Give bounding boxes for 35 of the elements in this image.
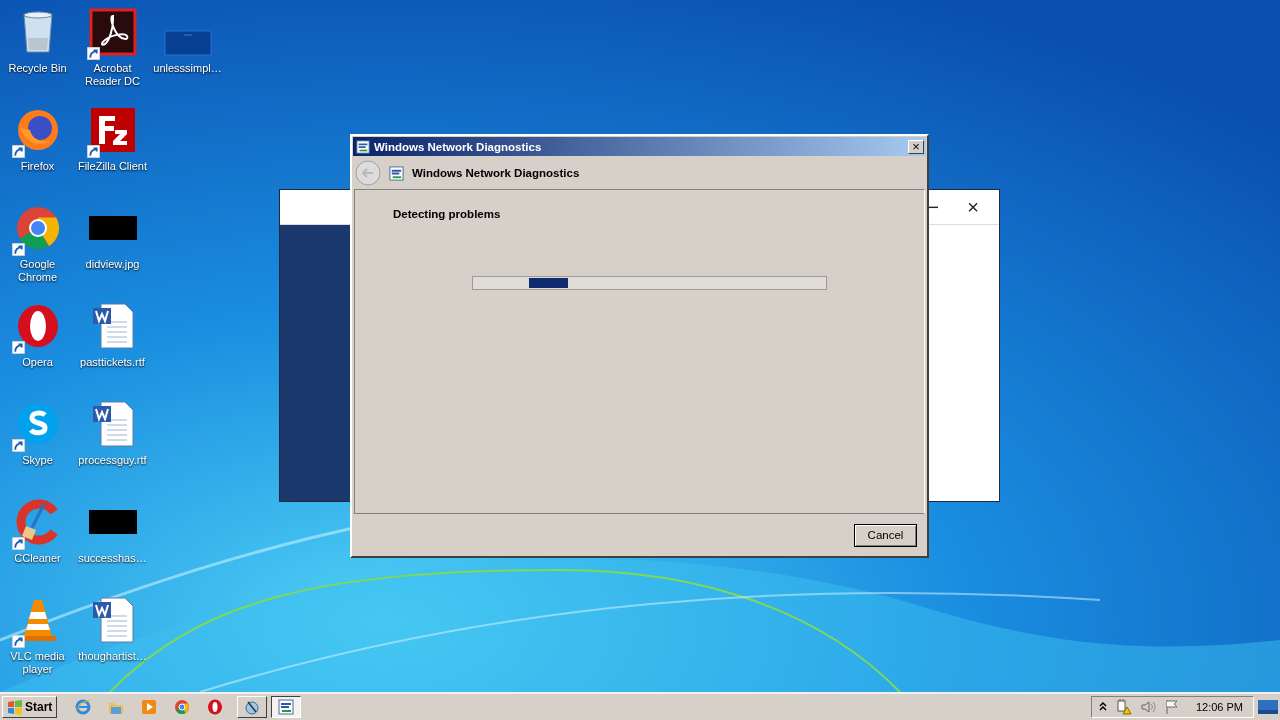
desktop-icon-label[interactable]: processguy.rtf — [76, 454, 149, 467]
start-button[interactable]: Start — [2, 696, 58, 718]
wizard-heading: Windows Network Diagnostics — [412, 167, 580, 179]
clock[interactable]: 12:06 PM — [1195, 701, 1243, 713]
windows-logo-icon — [7, 699, 23, 715]
network-diagnostics-icon — [356, 139, 370, 154]
network-warning-icon[interactable] — [1115, 699, 1132, 715]
flag-icon[interactable] — [1163, 699, 1180, 715]
desktop-icon-label[interactable]: Acrobat Reader DC — [76, 62, 149, 88]
desktop-icon-label[interactable]: FileZilla Client — [76, 160, 149, 173]
desktop-icon-label[interactable]: pasttickets.rtf — [76, 356, 149, 369]
desktop-icon-label[interactable]: CCleaner — [1, 552, 74, 565]
status-text: Detecting problems — [393, 208, 502, 220]
close-button[interactable]: × — [961, 195, 985, 219]
network-diagnostics-icon — [389, 165, 404, 181]
diagnostics-icon — [244, 699, 261, 715]
network-diagnostics-icon — [278, 699, 295, 715]
desktop-icon-label[interactable]: Google Chrome — [1, 258, 74, 284]
desktop-icon-label[interactable]: Skype — [1, 454, 74, 467]
window-title: Windows Network Diagnostics — [374, 140, 543, 153]
filezilla-icon — [88, 106, 137, 154]
blank-thumbnail-icon — [163, 30, 212, 56]
desktop-icon-label[interactable]: didview.jpg — [76, 258, 149, 271]
desktop-icon-label[interactable]: successhas… — [76, 552, 149, 565]
desktop-icon-label[interactable]: Firefox — [1, 160, 74, 173]
cancel-button[interactable]: Cancel — [854, 523, 917, 547]
opera-icon[interactable] — [207, 699, 224, 715]
desktop-icon-label[interactable]: Opera — [1, 356, 74, 369]
desktop-icon-label[interactable]: unlesssimpl… — [151, 62, 224, 75]
desktop-icon-label[interactable]: VLC media player — [1, 650, 74, 676]
desktop-icon-label[interactable]: Recycle Bin — [1, 62, 74, 75]
close-button[interactable]: × — [908, 139, 924, 154]
chrome-icon[interactable] — [174, 699, 191, 715]
acrobat-icon — [88, 8, 137, 56]
taskbar-button[interactable] — [271, 696, 302, 718]
